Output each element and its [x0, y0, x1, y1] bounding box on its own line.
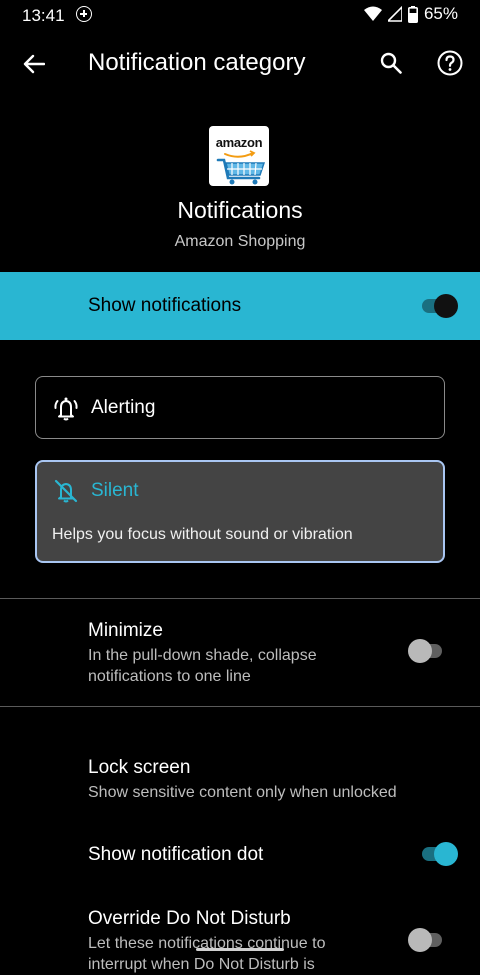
lock-screen-title: Lock screen	[88, 757, 191, 778]
alerting-label: Alerting	[91, 397, 156, 418]
silent-description: Helps you focus without sound or vibrati…	[52, 526, 353, 543]
add-circle-icon	[76, 6, 92, 22]
silent-label: Silent	[91, 480, 139, 501]
app-logo: amazon	[209, 126, 269, 186]
notification-dot-toggle[interactable]	[418, 842, 458, 866]
minimize-subtitle-line1: In the pull-down shade, collapse	[88, 647, 317, 664]
arrow-back-icon	[23, 54, 45, 74]
shopping-cart-icon	[216, 150, 266, 185]
battery-icon	[407, 5, 418, 23]
divider	[0, 706, 480, 707]
show-notifications-toggle[interactable]	[418, 294, 458, 318]
help-icon	[437, 50, 463, 76]
battery-percent: 65%	[423, 4, 458, 23]
app-name: Amazon Shopping	[174, 233, 306, 250]
override-dnd-subtitle-line2: interrupt when Do Not Disturb is	[88, 956, 315, 973]
signal-icon	[387, 6, 402, 22]
wifi-icon	[363, 6, 382, 21]
silent-option[interactable]	[35, 460, 445, 563]
divider	[0, 598, 480, 599]
status-time: 13:41	[22, 6, 65, 25]
search-icon	[380, 52, 402, 74]
notifications-title: Notifications	[177, 197, 303, 223]
override-dnd-title: Override Do Not Disturb	[88, 908, 291, 929]
minimize-title: Minimize	[88, 620, 163, 641]
back-button[interactable]	[14, 44, 54, 84]
gesture-handle[interactable]	[196, 948, 284, 951]
minimize-toggle[interactable]	[406, 639, 446, 663]
search-button[interactable]	[371, 43, 411, 83]
minimize-subtitle-line2: notifications to one line	[88, 668, 251, 685]
status-icons: 65%	[363, 4, 458, 24]
bell-off-icon	[54, 479, 78, 503]
bell-ringing-icon	[54, 397, 78, 421]
page-title: Notification category	[88, 49, 306, 76]
notification-dot-title: Show notification dot	[88, 844, 264, 865]
override-dnd-toggle[interactable]	[406, 928, 446, 952]
lock-screen-subtitle: Show sensitive content only when unlocke…	[88, 784, 397, 801]
show-notifications-label: Show notifications	[88, 295, 242, 316]
help-button[interactable]	[430, 43, 470, 83]
